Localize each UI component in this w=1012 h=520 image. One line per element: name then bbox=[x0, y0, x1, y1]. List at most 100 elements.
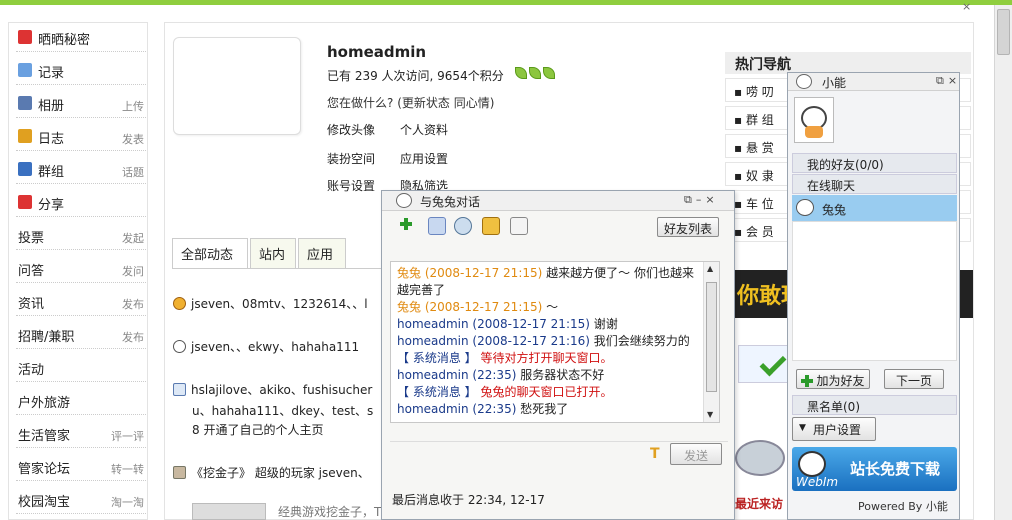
send-button[interactable]: 发送 bbox=[670, 443, 722, 465]
sidebar-item[interactable]: 问答 发问 bbox=[16, 255, 146, 283]
share-heart-icon bbox=[18, 195, 32, 209]
mood-link[interactable]: 同心情) bbox=[454, 96, 495, 110]
username: homeadmin bbox=[327, 43, 427, 61]
update-status-link[interactable]: (更新状态 bbox=[397, 96, 450, 110]
sidebar-item-label: 资讯 bbox=[18, 297, 45, 312]
close-icon[interactable]: × bbox=[962, 0, 971, 13]
webim-brand: WebIm bbox=[796, 475, 839, 489]
sidebar-item[interactable]: 生活管家 评一评 bbox=[16, 420, 146, 448]
sidebar-item[interactable]: 资讯 发布 bbox=[16, 288, 146, 316]
sidebar-item-label: 分享 bbox=[38, 198, 65, 213]
message-text: 愁死我了 bbox=[516, 402, 569, 416]
message-text: 谢谢 bbox=[589, 317, 618, 331]
feed-item-cont[interactable]: u、hahaha111、dkey、test、s bbox=[192, 402, 373, 419]
notepad-icon[interactable] bbox=[510, 217, 528, 235]
friend-list-button[interactable]: 好友列表 bbox=[657, 217, 719, 237]
sidebar-item-action[interactable]: 发布 bbox=[122, 296, 144, 312]
message-sender: homeadmin (2008-12-17 21:15) bbox=[397, 317, 590, 331]
block-user-icon[interactable] bbox=[482, 217, 500, 235]
sidebar-item[interactable]: 户外旅游 bbox=[16, 387, 146, 415]
game-image[interactable] bbox=[192, 503, 266, 520]
film-reel-icon[interactable] bbox=[735, 440, 785, 476]
buddy-titlebar[interactable]: 小能 ⧉× bbox=[788, 73, 959, 91]
sidebar-item-label: 群组 bbox=[38, 165, 65, 180]
feed-item: 《挖金子》 超级的玩家 jseven、 bbox=[173, 464, 370, 481]
sidebar-item[interactable]: 分享 bbox=[16, 189, 146, 217]
sidebar-item-label: 招聘/兼职 bbox=[18, 330, 75, 345]
webim-download-banner[interactable]: WebIm 站长免费下载 bbox=[792, 447, 957, 491]
sidebar-item[interactable]: 管家论坛 转一转 bbox=[16, 453, 146, 481]
close-icon[interactable]: × bbox=[705, 193, 718, 206]
scrollbar-thumb[interactable] bbox=[997, 9, 1010, 55]
sidebar-item[interactable]: 相册 上传 bbox=[16, 90, 146, 118]
sidebar-item-action[interactable]: 评一评 bbox=[111, 428, 144, 444]
avatar[interactable] bbox=[173, 37, 301, 135]
sidebar-item[interactable]: 日志 发表 bbox=[16, 123, 146, 151]
free-download-label: 站长免费下载 bbox=[850, 460, 941, 478]
next-page-button[interactable]: 下一页 bbox=[884, 369, 944, 389]
minimize-icon[interactable]: – bbox=[696, 193, 706, 206]
doing-prompt: 您在做什么? bbox=[327, 96, 394, 110]
edit-avatar-link[interactable]: 修改头像 bbox=[327, 121, 375, 138]
close-icon[interactable]: × bbox=[948, 74, 961, 87]
tab-apps[interactable]: 应用 bbox=[298, 238, 346, 268]
sidebar-item-action[interactable]: 发问 bbox=[122, 263, 144, 279]
window-controls: ⧉× bbox=[936, 74, 961, 88]
sidebar-item-action[interactable]: 发布 bbox=[122, 329, 144, 345]
add-icon[interactable] bbox=[400, 217, 418, 235]
add-friend-button[interactable]: 加为好友 bbox=[796, 369, 870, 389]
page-scrollbar[interactable] bbox=[994, 5, 1012, 520]
my-friends-group[interactable]: 我的好友(0/0) bbox=[792, 153, 957, 173]
webcam-icon[interactable] bbox=[454, 217, 472, 235]
popout-icon[interactable]: ⧉ bbox=[684, 193, 696, 206]
sidebar-item-action[interactable]: 淘一淘 bbox=[111, 494, 144, 510]
chat-scrollbar[interactable]: ▲ ▼ bbox=[703, 262, 719, 422]
speech-bubble-icon bbox=[18, 63, 32, 77]
sidebar-item[interactable]: 晒晒秘密 bbox=[16, 24, 146, 52]
blacklist-group[interactable]: 黑名单(0) bbox=[792, 395, 957, 415]
message-text: 等待对方打开聊天窗口。 bbox=[476, 351, 613, 365]
sidebar-item-action[interactable]: 上传 bbox=[122, 98, 144, 114]
chat-message: 【 系统消息 】 兔兔的聊天窗口已打开。 bbox=[397, 384, 702, 401]
sidebar-item[interactable]: 活动 bbox=[16, 354, 146, 382]
tab-site[interactable]: 站内 bbox=[250, 238, 296, 268]
my-avatar[interactable] bbox=[794, 97, 834, 143]
chat-titlebar[interactable]: 与兔兔对话 ⧉–× bbox=[382, 191, 734, 211]
font-format-icon[interactable]: T bbox=[650, 446, 660, 462]
edit-icon[interactable] bbox=[428, 217, 446, 235]
tab-all-feed[interactable]: 全部动态 bbox=[172, 238, 248, 269]
message-sender: homeadmin (22:35) bbox=[397, 402, 517, 416]
friend-list-area bbox=[792, 221, 957, 361]
sidebar-item[interactable]: 投票 发起 bbox=[16, 222, 146, 250]
sidebar-item[interactable]: 记录 bbox=[16, 57, 146, 85]
feed-item: hslajilove、akiko、fushisucher bbox=[173, 381, 372, 398]
last-message-time: 最后消息收于 22:34, 12-17 bbox=[392, 493, 545, 507]
recent-visitors-title: 最近来访 bbox=[735, 497, 784, 511]
chat-scroll-thumb[interactable] bbox=[706, 282, 717, 392]
diary-icon bbox=[18, 129, 32, 143]
account-settings-link[interactable]: 账号设置 bbox=[327, 177, 375, 194]
sidebar-item-action[interactable]: 转一转 bbox=[111, 461, 144, 477]
sidebar-item[interactable]: 招聘/兼职 发布 bbox=[16, 321, 146, 349]
app-settings-link[interactable]: 应用设置 bbox=[400, 150, 448, 167]
level-leaf-icons bbox=[515, 67, 557, 82]
online-chat-group[interactable]: 在线聊天 bbox=[792, 174, 957, 194]
message-text: 我们会继续努力的 bbox=[589, 334, 690, 348]
popout-icon[interactable]: ⧉ bbox=[936, 74, 948, 87]
profile-info-link[interactable]: 个人资料 bbox=[400, 121, 448, 138]
feed-item: jseven、、ekwy、hahaha111 bbox=[173, 338, 359, 355]
message-text: ～ bbox=[542, 300, 559, 314]
sidebar-item-action[interactable]: 发表 bbox=[122, 131, 144, 147]
heart-icon bbox=[18, 30, 32, 44]
chat-message: homeadmin (22:35) 服务器状态不好 bbox=[397, 367, 702, 384]
chat-message: 【 系统消息 】 等待对方打开聊天窗口。 bbox=[397, 350, 702, 367]
sidebar-item[interactable]: 校园淘宝 淘一淘 bbox=[16, 486, 146, 514]
user-settings-button[interactable]: ▼ 用户设置 bbox=[792, 417, 876, 441]
message-sender: homeadmin (22:35) bbox=[397, 368, 517, 382]
friend-item[interactable]: 兔兔 bbox=[792, 195, 957, 221]
sidebar-item[interactable]: 群组 话题 bbox=[16, 156, 146, 184]
sidebar-item-action[interactable]: 话题 bbox=[122, 164, 144, 180]
decorate-space-link[interactable]: 装扮空间 bbox=[327, 150, 375, 167]
sidebar-item-action[interactable]: 发起 bbox=[122, 230, 144, 246]
sidebar-item-label: 日志 bbox=[38, 132, 65, 147]
